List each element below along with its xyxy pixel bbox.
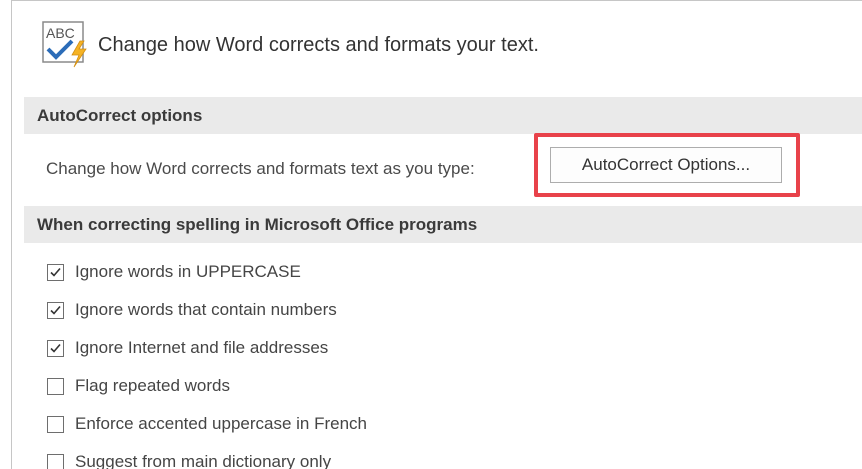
section-title-autocorrect: AutoCorrect options xyxy=(37,106,202,126)
option-accented-french[interactable]: Enforce accented uppercase in French xyxy=(47,411,367,437)
checkbox[interactable] xyxy=(47,416,64,433)
option-label: Ignore Internet and file addresses xyxy=(75,338,328,358)
option-ignore-numbers[interactable]: Ignore words that contain numbers xyxy=(47,297,337,323)
page-title: Change how Word corrects and formats you… xyxy=(98,34,539,57)
section-spelling-office: When correcting spelling in Microsoft Of… xyxy=(24,206,862,243)
abc-autocorrect-icon: ABC xyxy=(42,21,90,69)
checkbox[interactable] xyxy=(47,264,64,281)
option-ignore-uppercase[interactable]: Ignore words in UPPERCASE xyxy=(47,259,301,285)
checkbox[interactable] xyxy=(47,454,64,469)
option-label: Ignore words in UPPERCASE xyxy=(75,262,301,282)
option-label: Ignore words that contain numbers xyxy=(75,300,337,320)
proofing-header: ABC Change how Word corrects and formats… xyxy=(42,19,539,71)
section-autocorrect-options: AutoCorrect options xyxy=(24,97,862,134)
autocorrect-description: Change how Word corrects and formats tex… xyxy=(46,159,475,179)
option-label: Enforce accented uppercase in French xyxy=(75,414,367,434)
option-ignore-internet-addresses[interactable]: Ignore Internet and file addresses xyxy=(47,335,328,361)
checkmark-icon xyxy=(49,266,62,279)
checkbox[interactable] xyxy=(47,378,64,395)
option-main-dictionary-only[interactable]: Suggest from main dictionary only xyxy=(47,449,331,469)
checkbox[interactable] xyxy=(47,302,64,319)
section-title-spelling: When correcting spelling in Microsoft Of… xyxy=(37,215,477,235)
proofing-panel: ABC Change how Word corrects and formats… xyxy=(11,0,862,469)
autocorrect-options-button[interactable]: AutoCorrect Options... xyxy=(550,147,782,183)
checkmark-icon xyxy=(49,342,62,355)
option-flag-repeated[interactable]: Flag repeated words xyxy=(47,373,230,399)
autocorrect-options-button-label: AutoCorrect Options... xyxy=(582,155,750,175)
checkbox[interactable] xyxy=(47,340,64,357)
svg-text:ABC: ABC xyxy=(46,25,75,41)
option-label: Suggest from main dictionary only xyxy=(75,452,331,469)
checkmark-icon xyxy=(49,304,62,317)
option-label: Flag repeated words xyxy=(75,376,230,396)
